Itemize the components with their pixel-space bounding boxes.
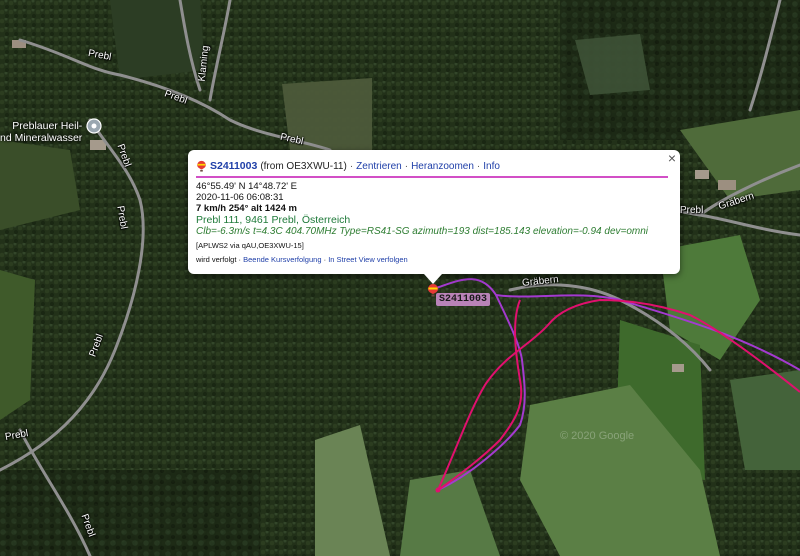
timestamp: 2020-11-06 06:08:31 xyxy=(196,192,284,203)
position-coordinates: 46°55.49' N 14°48.72' E xyxy=(196,181,298,192)
building xyxy=(695,170,709,179)
tracking-footer: wird verfolgt · Beende Kursverfolgung · … xyxy=(196,254,670,265)
separator: · xyxy=(476,160,481,172)
street-view-link[interactable]: In Street View verfolgen xyxy=(328,255,408,264)
speed-course-altitude: 7 km/h 254° alt 1424 m xyxy=(196,203,297,214)
field xyxy=(110,0,205,80)
divider xyxy=(196,176,668,178)
tracking-status: wird verfolgt · xyxy=(196,255,242,264)
address: Prebl 111, 9461 Prebl, Österreich xyxy=(196,214,351,226)
info-header: S2411003 (from OE3XWU-11) · Zentrieren ·… xyxy=(196,158,670,174)
zoom-in-link[interactable]: Heranzoomen xyxy=(411,161,474,172)
marker-label[interactable]: S2411003 xyxy=(436,293,491,306)
separator: · xyxy=(349,160,354,172)
separator: · xyxy=(323,255,327,264)
road-label: Prebl xyxy=(680,205,704,216)
stop-tracking-link[interactable]: Beende Kursverfolgung xyxy=(243,255,321,264)
forest-area xyxy=(0,470,260,556)
center-link[interactable]: Zentrieren xyxy=(356,161,402,172)
telemetry-comment: Clb=-6.3m/s t=4.3C 404.70MHz Type=RS41-S… xyxy=(196,226,649,237)
poi-label-line: nd Mineralwasser xyxy=(0,132,83,144)
map-copyright: © 2020 Google xyxy=(560,430,635,442)
map-pin-icon[interactable] xyxy=(86,118,102,134)
info-window-pointer xyxy=(424,274,442,284)
balloon-icon xyxy=(197,160,206,172)
track-end-point xyxy=(435,487,441,493)
building xyxy=(718,180,736,190)
building xyxy=(672,364,684,372)
info-link[interactable]: Info xyxy=(483,161,500,172)
info-window: × S2411003 (from OE3XWU-11) · Zentrieren… xyxy=(188,150,680,284)
field xyxy=(0,270,35,420)
satellite-map[interactable] xyxy=(0,0,800,556)
source-station: (from OE3XWU-11) xyxy=(260,160,347,172)
packet-path: [APLWS2 via qAU,OE3XWU-15] xyxy=(196,241,304,250)
callsign-link[interactable]: S2411003 xyxy=(210,160,257,172)
poi-label[interactable]: Preblauer Heil- nd Mineralwasser xyxy=(0,120,82,144)
separator: · xyxy=(404,160,409,172)
poi-label-line: Preblauer Heil- xyxy=(12,120,83,132)
